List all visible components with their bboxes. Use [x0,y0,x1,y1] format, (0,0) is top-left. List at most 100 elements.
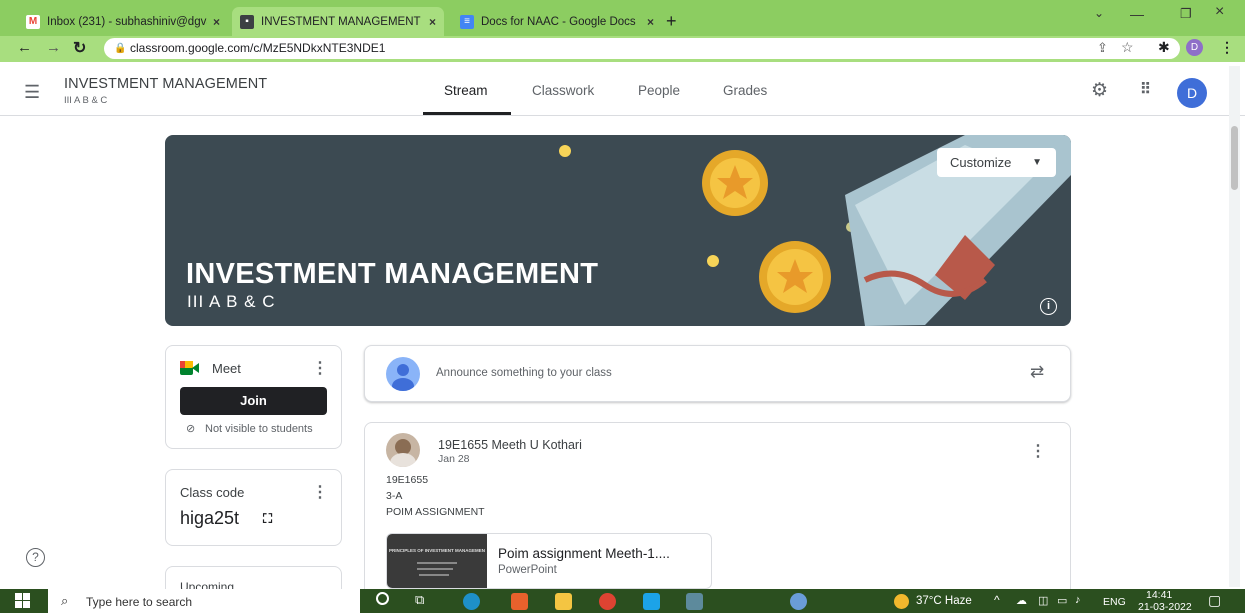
tab-title: Inbox (231) - subhashiniv@dgva [47,15,207,28]
eye-off-icon: ⊘ [186,423,196,435]
attachment-thumbnail: PRINCIPLES OF INVESTMENT MANAGEMENT [387,534,487,588]
profile-avatar[interactable]: D [1186,39,1203,56]
close-icon[interactable]: × [429,15,436,29]
app-icon[interactable] [686,593,703,610]
gmail-icon: M [26,14,40,29]
prime-video-icon[interactable] [643,593,660,610]
lock-icon: 🔒 [114,43,127,54]
onedrive-icon[interactable]: ☁ [1016,594,1027,607]
class-code-more-icon[interactable]: ⋮ [312,482,328,502]
weather-icon [894,594,909,609]
reload-icon[interactable]: ↻ [73,38,86,58]
attachment-card[interactable]: PRINCIPLES OF INVESTMENT MANAGEMENT Poim… [386,533,712,589]
cortana-icon[interactable] [376,592,389,605]
banner-title: INVESTMENT MANAGEMENT [186,258,599,290]
search-icon: ⌕ [61,593,69,608]
chrome-icon[interactable] [599,593,616,610]
taskbar-search-box[interactable]: ⌕ Type here to search [48,589,360,613]
customize-button[interactable]: Customize ▼ [937,148,1056,177]
customize-label: Customize [950,155,1012,170]
user-avatar-icon [386,357,420,391]
post-author[interactable]: 19E1655 Meeth U Kothari [438,438,582,452]
attachment-type: PowerPoint [498,564,557,576]
address-bar[interactable]: 🔒 classroom.google.com/c/MzE5NDkxNTE3NDE… [104,38,1180,59]
tab-title: Docs for NAAC - Google Docs [481,15,636,28]
meet-label: Meet [212,361,241,376]
tab-classwork[interactable]: Classwork [532,83,594,98]
settings-gear-icon[interactable]: ⚙ [1091,79,1108,102]
class-section: III A B & C [64,95,108,106]
scrollbar-thumb[interactable] [1231,126,1238,190]
post-line-3: POIM ASSIGNMENT [386,506,485,518]
back-icon[interactable]: ← [17,39,32,56]
close-window-icon[interactable]: × [1215,3,1224,21]
user-avatar[interactable]: D [1177,78,1207,108]
close-icon[interactable]: × [647,15,654,29]
tab-search-icon[interactable]: ⌄ [1094,6,1104,20]
tab-classroom[interactable]: ▪ INVESTMENT MANAGEMENT III × [232,7,444,36]
dropdown-arrow-icon: ▼ [1032,157,1042,168]
upcoming-label: Upcoming [180,580,235,589]
post-line-2: 3-A [386,490,403,502]
post-line-1: 19E1655 [386,474,429,486]
repost-icon[interactable]: ⇄ [1030,362,1044,382]
class-banner [165,135,1071,326]
restore-icon[interactable]: ❐ [1180,6,1192,22]
file-explorer-icon[interactable] [555,593,572,610]
page-scrollbar[interactable] [1229,66,1240,587]
minimize-icon[interactable]: — [1130,6,1144,22]
post-more-icon[interactable]: ⋮ [1030,441,1046,461]
thumbnail-title: PRINCIPLES OF INVESTMENT MANAGEMENT [389,548,485,553]
classroom-icon: ▪ [240,14,254,29]
visibility-note: Not visible to students [205,423,313,435]
taskbar-search-placeholder: Type here to search [86,595,193,609]
tab-gmail[interactable]: M Inbox (231) - subhashiniv@dgva × [18,7,228,36]
help-app-icon[interactable] [790,593,807,610]
class-code-label: Class code [180,485,245,500]
banner-illustration [559,135,1071,326]
language-indicator[interactable]: ENG [1103,596,1126,608]
clock-time[interactable]: 14:41 [1146,589,1172,601]
volume-icon[interactable]: ♪ [1075,594,1081,606]
office-icon[interactable] [511,593,528,610]
tab-grades[interactable]: Grades [723,83,767,98]
class-code-value: higa25t [180,508,240,528]
docs-icon: ≡ [460,14,474,29]
bookmark-star-icon[interactable]: ☆ [1121,39,1134,56]
apps-grid-icon[interactable]: ⠿ [1140,80,1151,98]
tab-title: INVESTMENT MANAGEMENT III [261,15,423,28]
browser-menu-icon[interactable]: ⋮ [1220,39,1234,56]
network-icon[interactable]: ◫ [1038,594,1048,607]
tray-chevron-icon[interactable]: ^ [994,593,1000,607]
join-button[interactable]: Join [180,387,327,415]
hamburger-menu-icon[interactable]: ☰ [24,82,40,103]
meet-more-icon[interactable]: ⋮ [312,358,328,378]
post-date: Jan 28 [438,453,470,465]
battery-icon[interactable]: ▭ [1057,594,1067,607]
author-avatar[interactable] [386,433,420,467]
windows-start-icon[interactable] [15,593,30,608]
attachment-title: Poim assignment Meeth-1.... [498,546,670,561]
class-title[interactable]: INVESTMENT MANAGEMENT [64,76,267,92]
edge-icon[interactable] [463,593,480,610]
url-text: classroom.google.com/c/MzE5NDkxNTE3NDE1 [130,41,386,55]
banner-section: III A B & C [187,292,276,311]
weather-text[interactable]: 37°C Haze [916,595,972,607]
task-view-icon[interactable]: ⧉ [415,592,424,608]
help-icon[interactable]: ? [26,548,45,567]
fullscreen-icon[interactable]: ⛶ [263,511,272,527]
extensions-icon[interactable]: ✱ [1158,39,1170,56]
forward-icon[interactable]: → [46,39,61,56]
active-tab-indicator [423,112,511,115]
close-icon[interactable]: × [213,15,220,29]
meet-icon [180,361,199,375]
notification-icon[interactable]: ▢ [1208,592,1221,609]
announce-placeholder[interactable]: Announce something to your class [436,367,612,379]
share-icon[interactable]: ⇪ [1097,40,1108,56]
tab-docs[interactable]: ≡ Docs for NAAC - Google Docs × [452,7,662,36]
new-tab-button[interactable]: + [666,11,677,32]
tab-people[interactable]: People [638,83,680,98]
info-icon[interactable]: i [1040,298,1057,315]
tab-stream[interactable]: Stream [444,83,488,98]
clock-date[interactable]: 21-03-2022 [1138,601,1192,613]
